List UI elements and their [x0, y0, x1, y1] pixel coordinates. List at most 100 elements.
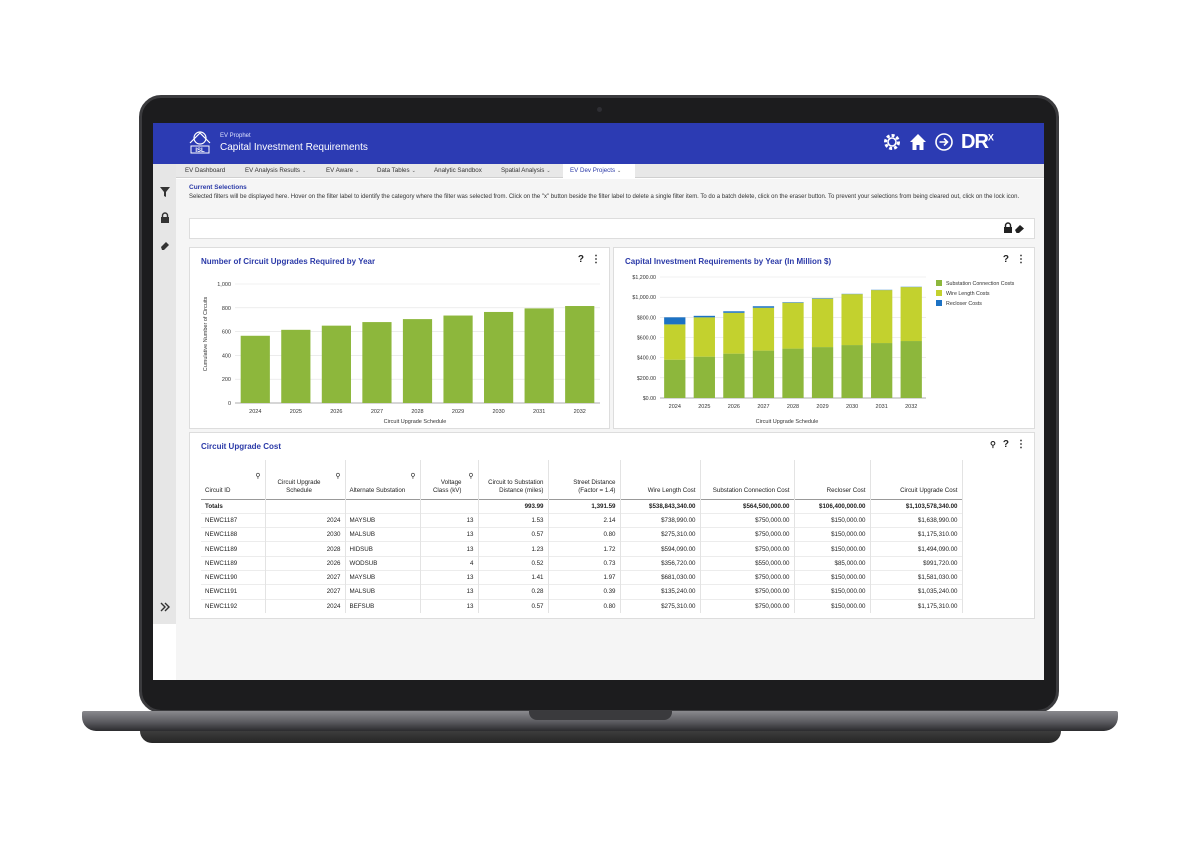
bar-segment[interactable] — [723, 311, 745, 313]
help-icon[interactable]: ? — [1003, 439, 1009, 450]
bar[interactable] — [321, 325, 351, 403]
column-header[interactable]: Circuit to Substation Distance (miles) — [478, 460, 549, 499]
selections-box — [189, 218, 1035, 239]
table-cell: NEWC1187 — [201, 512, 266, 528]
bar-segment[interactable] — [664, 317, 686, 325]
column-search-icon[interactable]: ⚲ — [255, 473, 260, 481]
bar-segment[interactable] — [782, 302, 804, 303]
bar[interactable] — [402, 319, 433, 403]
lock-icon[interactable] — [1004, 222, 1012, 233]
tab-label: EV Dashboard — [185, 167, 226, 174]
table-cell: 0.80 — [548, 598, 621, 614]
bar-segment[interactable] — [782, 302, 804, 349]
column-search-icon[interactable]: ⚲ — [335, 473, 340, 481]
bar-segment[interactable] — [693, 317, 715, 357]
table-row[interactable]: NEWC1190 2027 MAYSUB 13 1.41 1.97 $681,030.00 $… — [201, 569, 963, 585]
column-header-label: Alternate Substation — [349, 486, 406, 494]
bar-segment[interactable] — [811, 347, 834, 398]
bar-segment[interactable] — [723, 353, 745, 398]
table-totals-row[interactable]: Totals 993.99 1,391.59 $538,843,340.00 $564,… — [201, 498, 963, 514]
column-header[interactable]: Alternate Substation ⚲ — [345, 460, 421, 499]
tab-ev-aware[interactable]: EV Aware ⌄ — [317, 164, 369, 178]
table-row[interactable]: NEWC1187 2024 MAYSUB 13 1.53 2.14 $738,990.00 $… — [201, 512, 963, 528]
column-header[interactable]: Street Distance (Factor = 1.4) — [548, 460, 621, 499]
x-tick-label: 2026 — [728, 404, 740, 410]
eraser-icon[interactable] — [1015, 225, 1024, 233]
bar-segment[interactable] — [811, 298, 834, 299]
table-cell: 0.28 — [478, 584, 549, 600]
y-tick-label: $200.00 — [637, 376, 656, 382]
bar-segment[interactable] — [752, 307, 775, 351]
bar-segment[interactable] — [664, 324, 686, 360]
more-menu-icon[interactable]: ⋮ — [591, 254, 601, 265]
bar[interactable] — [240, 335, 270, 403]
column-header[interactable]: Substation Connection Cost — [700, 460, 795, 499]
table-row[interactable]: NEWC1189 2028 HIDSUB 13 1.23 1.72 $594,090.00 $… — [201, 541, 963, 557]
bar-segment[interactable] — [871, 343, 893, 398]
column-header-label: Recloser Cost — [826, 486, 866, 494]
y-tick-label: 1,000 — [217, 282, 231, 288]
search-icon[interactable]: ⚲ — [990, 440, 996, 449]
expand-icon[interactable] — [159, 601, 171, 613]
logout-icon[interactable] — [934, 132, 954, 152]
filter-icon[interactable] — [159, 186, 171, 198]
chart-card-circuit-upgrades: Number of Circuit Upgrades Required by Y… — [189, 247, 610, 429]
bar-segment[interactable] — [871, 290, 893, 344]
column-header[interactable]: Wire Length Cost — [620, 460, 701, 499]
table-row[interactable]: NEWC1191 2027 MALSUB 13 0.28 0.39 $135,240.00 $… — [201, 584, 963, 600]
bar-segment[interactable] — [664, 359, 686, 398]
bar-segment[interactable] — [900, 287, 922, 342]
main-content: Current Selections Selected filters will… — [176, 179, 1044, 680]
table-cell: $356,720.00 — [620, 555, 701, 571]
tab-data-tables[interactable]: Data Tables ⌄ — [368, 164, 426, 178]
lock-icon[interactable] — [159, 212, 171, 224]
bar-segment[interactable] — [782, 348, 804, 398]
bar[interactable] — [443, 315, 473, 403]
bar-segment[interactable] — [693, 315, 715, 318]
chevron-down-icon: ⌄ — [411, 168, 416, 174]
bar[interactable] — [524, 308, 554, 403]
bar-segment[interactable] — [752, 350, 775, 398]
column-search-icon[interactable]: ⚲ — [410, 473, 415, 481]
bar-segment[interactable] — [811, 298, 834, 348]
table-row[interactable]: NEWC1189 2026 WODSUB 4 0.52 0.73 $356,720.00 $5… — [201, 555, 963, 571]
tab-ev-analysis-results[interactable]: EV Analysis Results ⌄ — [236, 164, 320, 178]
bar[interactable] — [281, 329, 311, 403]
y-tick-label: $800.00 — [637, 315, 656, 321]
table-cell: MALSUB — [345, 584, 421, 600]
tab-spatial-analysis[interactable]: Spatial Analysis ⌄ — [492, 164, 565, 178]
table-cell: 13 — [420, 512, 479, 528]
bar[interactable] — [362, 322, 392, 403]
eraser-icon[interactable] — [159, 239, 171, 251]
home-icon[interactable] — [908, 132, 928, 152]
gear-icon[interactable] — [882, 132, 902, 152]
help-icon[interactable]: ? — [1003, 254, 1009, 265]
table-cell: $150,000.00 — [794, 527, 871, 542]
tab-ev-dev-projects[interactable]: EV Dev Projects ⌄ — [563, 164, 635, 178]
more-menu-icon[interactable]: ⋮ — [1016, 439, 1026, 450]
chart-card-capital-investment: Capital Investment Requirements by Year … — [613, 247, 1035, 429]
bar[interactable] — [565, 306, 595, 403]
table-cell: 1.53 — [478, 512, 549, 528]
table-cell: MAYSUB — [345, 569, 421, 585]
bar-segment[interactable] — [752, 306, 775, 308]
column-header[interactable]: Circuit Upgrade Cost — [870, 460, 963, 499]
bar-segment[interactable] — [841, 294, 863, 346]
table-container: Circuit ID ⚲ Circuit Upgrade Schedule ⚲ Alte… — [201, 460, 966, 614]
more-menu-icon[interactable]: ⋮ — [1016, 254, 1026, 265]
bar-segment[interactable] — [841, 345, 863, 398]
column-header[interactable]: Recloser Cost — [794, 460, 871, 499]
table-row[interactable]: NEWC1192 2024 BEFSUB 13 0.57 0.80 $275,310.00 $… — [201, 598, 963, 614]
tab-ev-dashboard[interactable]: EV Dashboard — [176, 164, 240, 178]
bar-segment[interactable] — [693, 356, 715, 398]
column-header[interactable]: Voltage Class (kV) ⚲ — [420, 460, 479, 499]
tab-analytic-sandbox[interactable]: Analytic Sandbox — [425, 164, 492, 178]
column-header[interactable]: Circuit ID ⚲ — [201, 460, 266, 499]
bar[interactable] — [484, 311, 514, 403]
bar-segment[interactable] — [900, 341, 922, 398]
bar-segment[interactable] — [723, 312, 745, 354]
column-header[interactable]: Circuit Upgrade Schedule ⚲ — [265, 460, 346, 499]
help-icon[interactable]: ? — [578, 254, 584, 265]
column-search-icon[interactable]: ⚲ — [468, 473, 473, 481]
table-row[interactable]: NEWC1188 2030 MALSUB 13 0.57 0.80 $275,310.00 $… — [201, 527, 963, 542]
